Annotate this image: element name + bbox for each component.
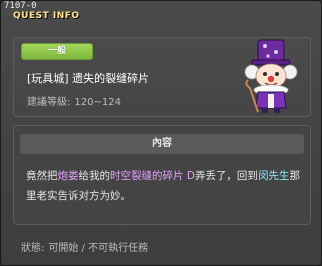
content-panel: 內容 竟然把炮娄给我的时空裂缝的碎片 D弄丢了，回到闵先生那里老实告诉对方为妙。: [13, 125, 311, 225]
status-row: 狀態: 可開始 / 不可執行任務: [21, 239, 148, 254]
quest-id: 7107-0: [4, 1, 37, 11]
npc-name-highlight: 闵先生: [257, 170, 290, 182]
status-label: 狀態:: [21, 243, 45, 254]
item-name-highlight: 时空裂缝的碎片 D: [110, 170, 195, 182]
desc-segment: 弄丢了，回到: [194, 170, 258, 182]
level-label: 建議等級:: [27, 97, 71, 108]
quest-header-panel: 一般 [玩具城] 遗失的裂缝碎片 建議等級: 120~124: [13, 37, 311, 117]
quest-description: 竟然把炮娄给我的时空裂缝的碎片 D弄丢了，回到闵先生那里老实告诉对方为妙。: [26, 166, 304, 206]
window-title: QUEST INFO: [13, 11, 80, 21]
desc-segment: 给我的: [78, 170, 111, 182]
level-range: 120~124: [74, 97, 121, 108]
status-value: 可開始 / 不可執行任務: [48, 243, 149, 254]
category-badge: 一般: [21, 43, 93, 60]
npc-name-highlight: 炮娄: [57, 170, 79, 182]
quest-name: [玩具城] 遗失的裂缝碎片: [27, 72, 150, 85]
content-header: 內容: [20, 134, 304, 154]
desc-segment: 竟然把: [26, 170, 58, 182]
clown-npc-icon: [244, 39, 298, 113]
quest-info-window: 7107-0 QUEST INFO 一般 [玩具城] 遗失的裂缝碎片 建議等級:…: [0, 0, 322, 266]
recommended-level: 建議等級: 120~124: [27, 93, 121, 108]
